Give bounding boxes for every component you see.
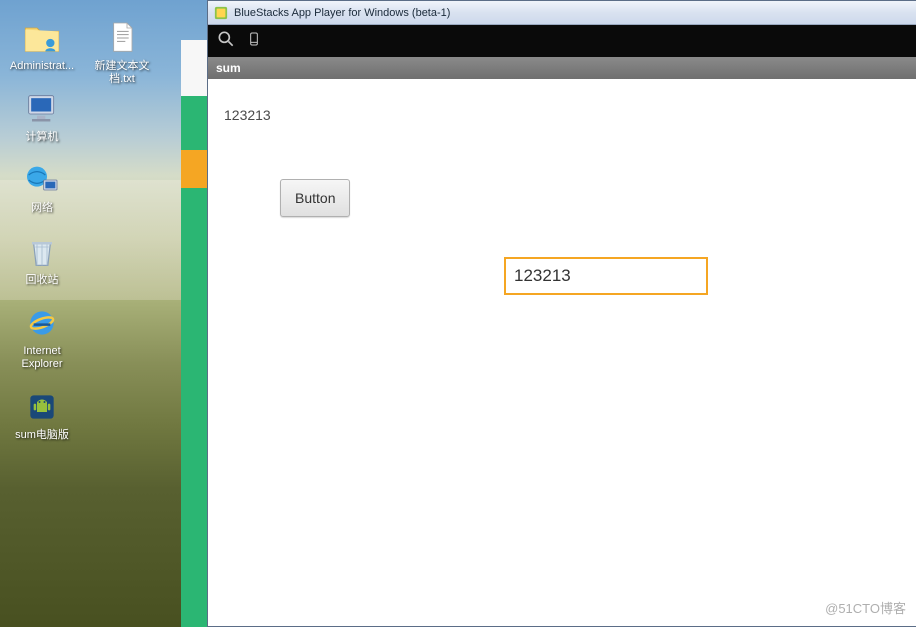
desktop-icon-label: 新建文本文档.txt [86, 60, 158, 86]
output-text: 123213 [224, 107, 271, 123]
search-icon[interactable] [216, 29, 236, 54]
window-title: BlueStacks App Player for Windows (beta-… [234, 7, 450, 19]
app-content: 123213 Button [208, 79, 916, 626]
app-header: sum [208, 57, 916, 79]
recycle-bin-icon [20, 232, 64, 272]
desktop-icon-ie[interactable]: Internet Explorer [6, 303, 78, 371]
text-file-icon [100, 18, 144, 58]
bluestacks-window: BlueStacks App Player for Windows (beta-… [207, 0, 916, 627]
desktop-icon-label: Administrat... [10, 60, 74, 73]
desktop-icon-admin-folder[interactable]: Administrat... [6, 18, 78, 73]
sidebar-home-strip[interactable] [181, 40, 207, 96]
desktop-icon-sum-app[interactable]: sum电脑版 [6, 387, 78, 442]
watermark: @51CTO博客 [825, 598, 906, 617]
phone-sync-icon[interactable] [246, 31, 262, 52]
android-app-icon [20, 387, 64, 427]
computer-icon [20, 89, 64, 129]
action-button[interactable]: Button [280, 179, 350, 217]
desktop-icon-label: Internet Explorer [6, 345, 78, 371]
desktop-icon-label: sum电脑版 [15, 429, 69, 442]
sidebar-active-app-strip[interactable] [181, 150, 207, 188]
desktop-icon-label: 回收站 [26, 274, 59, 287]
window-titlebar[interactable]: BlueStacks App Player for Windows (beta-… [208, 1, 916, 25]
desktop-icon-label: 计算机 [26, 131, 59, 144]
desktop-icons-column: Administrat... 计算机 网络 [6, 18, 78, 442]
desktop-icon-network[interactable]: 网络 [6, 160, 78, 215]
folder-user-icon [20, 18, 64, 58]
network-icon [20, 160, 64, 200]
desktop-icon-recycle-bin[interactable]: 回收站 [6, 232, 78, 287]
text-input[interactable] [504, 257, 708, 295]
desktop-icon-text-file[interactable]: 新建文本文档.txt [86, 18, 158, 86]
bluestacks-toolbar [208, 25, 916, 57]
desktop-icon-label: 网络 [31, 202, 53, 215]
bluestacks-sidebar [181, 40, 207, 627]
bluestacks-icon [214, 6, 228, 20]
desktop-icon-computer[interactable]: 计算机 [6, 89, 78, 144]
ie-icon [20, 303, 64, 343]
app-title: sum [216, 61, 241, 75]
